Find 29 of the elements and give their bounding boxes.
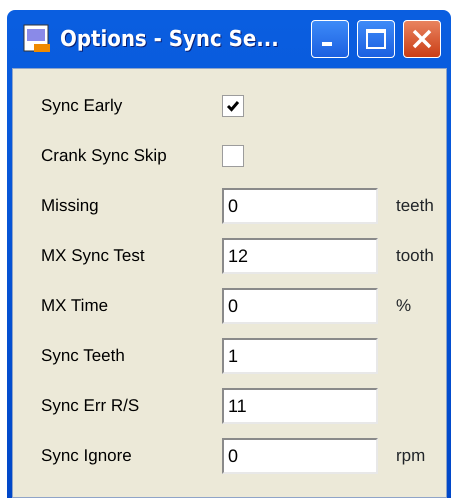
close-icon — [411, 28, 433, 50]
field-label: Sync Early — [41, 95, 124, 118]
field-label: Sync Ignore — [41, 445, 133, 468]
input-field[interactable]: 11 — [222, 388, 378, 424]
app-icon — [22, 24, 52, 54]
input-field[interactable]: 0 — [222, 188, 378, 224]
input-field[interactable]: 0 — [222, 438, 378, 474]
field-label: MX Time — [41, 295, 110, 318]
input-field[interactable]: 0 — [222, 288, 378, 324]
field-label: MX Sync Test — [41, 245, 146, 268]
maximize-icon — [365, 28, 387, 50]
maximize-button[interactable] — [357, 20, 395, 58]
field-label: Missing — [41, 195, 100, 218]
close-button[interactable] — [403, 20, 441, 58]
unit-label: tooth — [396, 245, 434, 268]
minimize-icon — [322, 42, 332, 46]
unit-label: % — [396, 295, 412, 318]
checkbox[interactable] — [222, 145, 244, 167]
input-field[interactable]: 1 — [222, 338, 378, 374]
window-title: Options - Sync Se... — [60, 26, 280, 54]
field-label: Sync Teeth — [41, 345, 126, 368]
input-field[interactable]: 12 — [222, 238, 378, 274]
check-icon — [226, 99, 240, 113]
field-label: Crank Sync Skip — [41, 145, 168, 168]
minimize-button[interactable] — [311, 20, 349, 58]
unit-label: teeth — [396, 195, 434, 218]
checkbox[interactable] — [222, 95, 244, 117]
field-label: Sync Err R/S — [41, 395, 140, 418]
unit-label: rpm — [396, 445, 426, 468]
